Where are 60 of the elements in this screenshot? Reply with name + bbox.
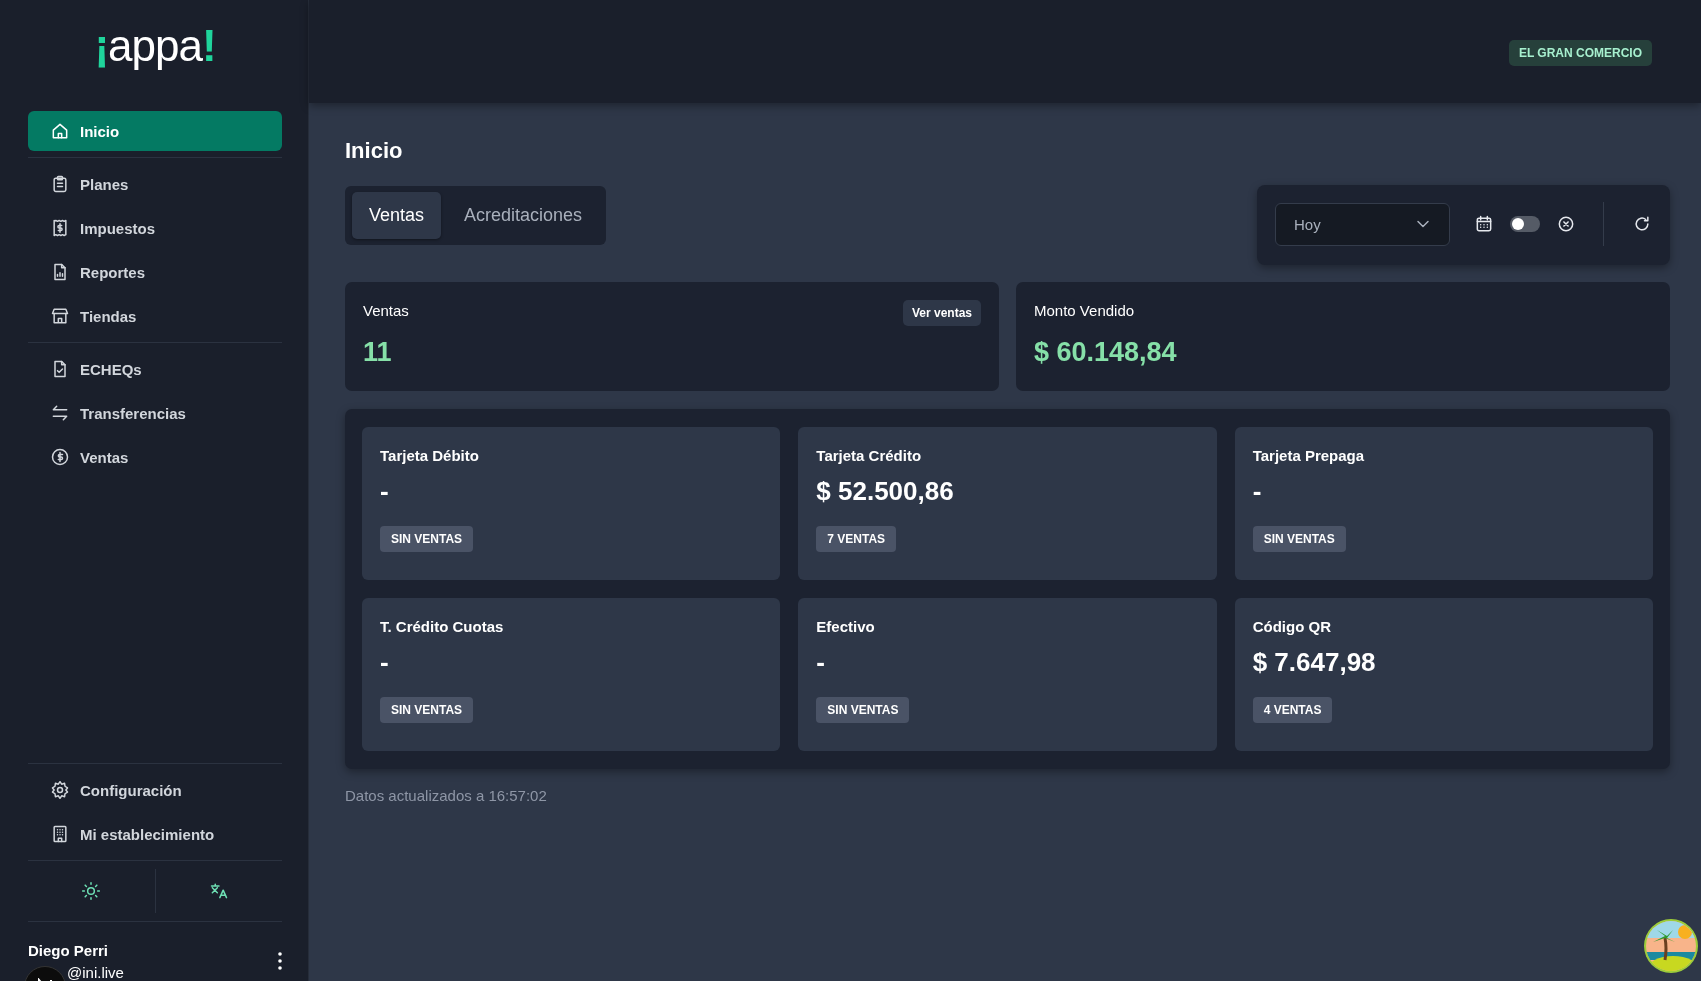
card-value: $ 60.148,84: [1034, 337, 1178, 368]
page-title: Inicio: [345, 138, 404, 164]
method-amount: -: [816, 647, 825, 679]
arrows-swap-icon: [50, 403, 70, 423]
card-title: Ventas: [363, 302, 409, 319]
store-icon: [50, 306, 70, 326]
sales-count-badge: SIN VENTAS: [380, 697, 474, 723]
home-icon: [50, 121, 70, 141]
method-title: Tarjeta Crédito: [816, 447, 922, 464]
sales-count-badge: 7 VENTAS: [816, 526, 897, 552]
method-title: T. Crédito Cuotas: [380, 618, 504, 635]
method-amount: -: [1252, 476, 1262, 508]
sidebar-item[interactable]: Transferencias: [28, 393, 282, 433]
sidebar-item[interactable]: Tiendas: [28, 296, 282, 336]
method-amount: $ 52.500,86: [816, 476, 954, 508]
method-amount: -: [380, 476, 389, 508]
translate-icon: [208, 881, 229, 901]
sun-icon: [81, 881, 102, 901]
sales-count-badge: SIN VENTAS: [1252, 526, 1346, 552]
toggle-switch[interactable]: [1510, 216, 1540, 232]
sidebar-item[interactable]: Reportes: [28, 252, 282, 292]
user-email: @ini.live: [67, 964, 124, 981]
tab[interactable]: Acreditaciones: [447, 192, 600, 239]
sidebar-item[interactable]: Impuestos: [28, 208, 282, 248]
sidebar-item[interactable]: Configuración: [28, 770, 282, 810]
calendar-icon: [1474, 214, 1494, 234]
sales-count-badge: SIN VENTAS: [380, 526, 474, 552]
sidebar-item[interactable]: Ventas: [28, 437, 282, 477]
sales-count-badge: 4 VENTAS: [1252, 697, 1333, 723]
user-name: Diego Perri: [28, 942, 109, 959]
method-title: Tarjeta Débito: [380, 447, 479, 464]
update-time-text: Datos actualizados a 16:57:02: [345, 787, 548, 804]
calendar-button[interactable]: [1474, 214, 1494, 234]
building-icon: [50, 824, 70, 844]
sidebar-item[interactable]: ECHEQs: [28, 349, 282, 389]
method-title: Código QR: [1252, 618, 1331, 635]
period-select[interactable]: Hoy: [1275, 202, 1450, 246]
sidebar-item[interactable]: Mi establecimiento: [28, 814, 282, 854]
tab[interactable]: Ventas: [352, 192, 442, 239]
method-amount: $ 7.647,98: [1252, 647, 1376, 679]
brand-logo: ¡appa!: [94, 24, 216, 68]
close-icon: [1556, 214, 1576, 234]
store-badge: EL GRAN COMERCIO: [1508, 40, 1652, 66]
method-amount: -: [380, 647, 389, 679]
card-title: Monto Vendido: [1034, 302, 1135, 319]
refresh-icon: [1632, 214, 1652, 234]
refresh-button[interactable]: [1632, 214, 1652, 234]
method-title: Tarjeta Prepaga: [1252, 447, 1365, 464]
card-value: 11: [363, 337, 393, 368]
settings-icon: [50, 780, 70, 800]
clipboard-icon: [50, 174, 70, 194]
method-title: Efectivo: [816, 618, 875, 635]
dollar-circle-icon: [50, 447, 70, 467]
clear-button[interactable]: [1556, 214, 1576, 234]
sidebar-item[interactable]: Planes: [28, 164, 282, 204]
kebab-icon: [278, 952, 282, 970]
sales-count-badge: SIN VENTAS: [816, 697, 910, 723]
sidebar-item[interactable]: Inicio: [28, 111, 282, 151]
receipt-icon: [50, 218, 70, 238]
view-sales-button[interactable]: Ver ventas: [902, 300, 981, 326]
